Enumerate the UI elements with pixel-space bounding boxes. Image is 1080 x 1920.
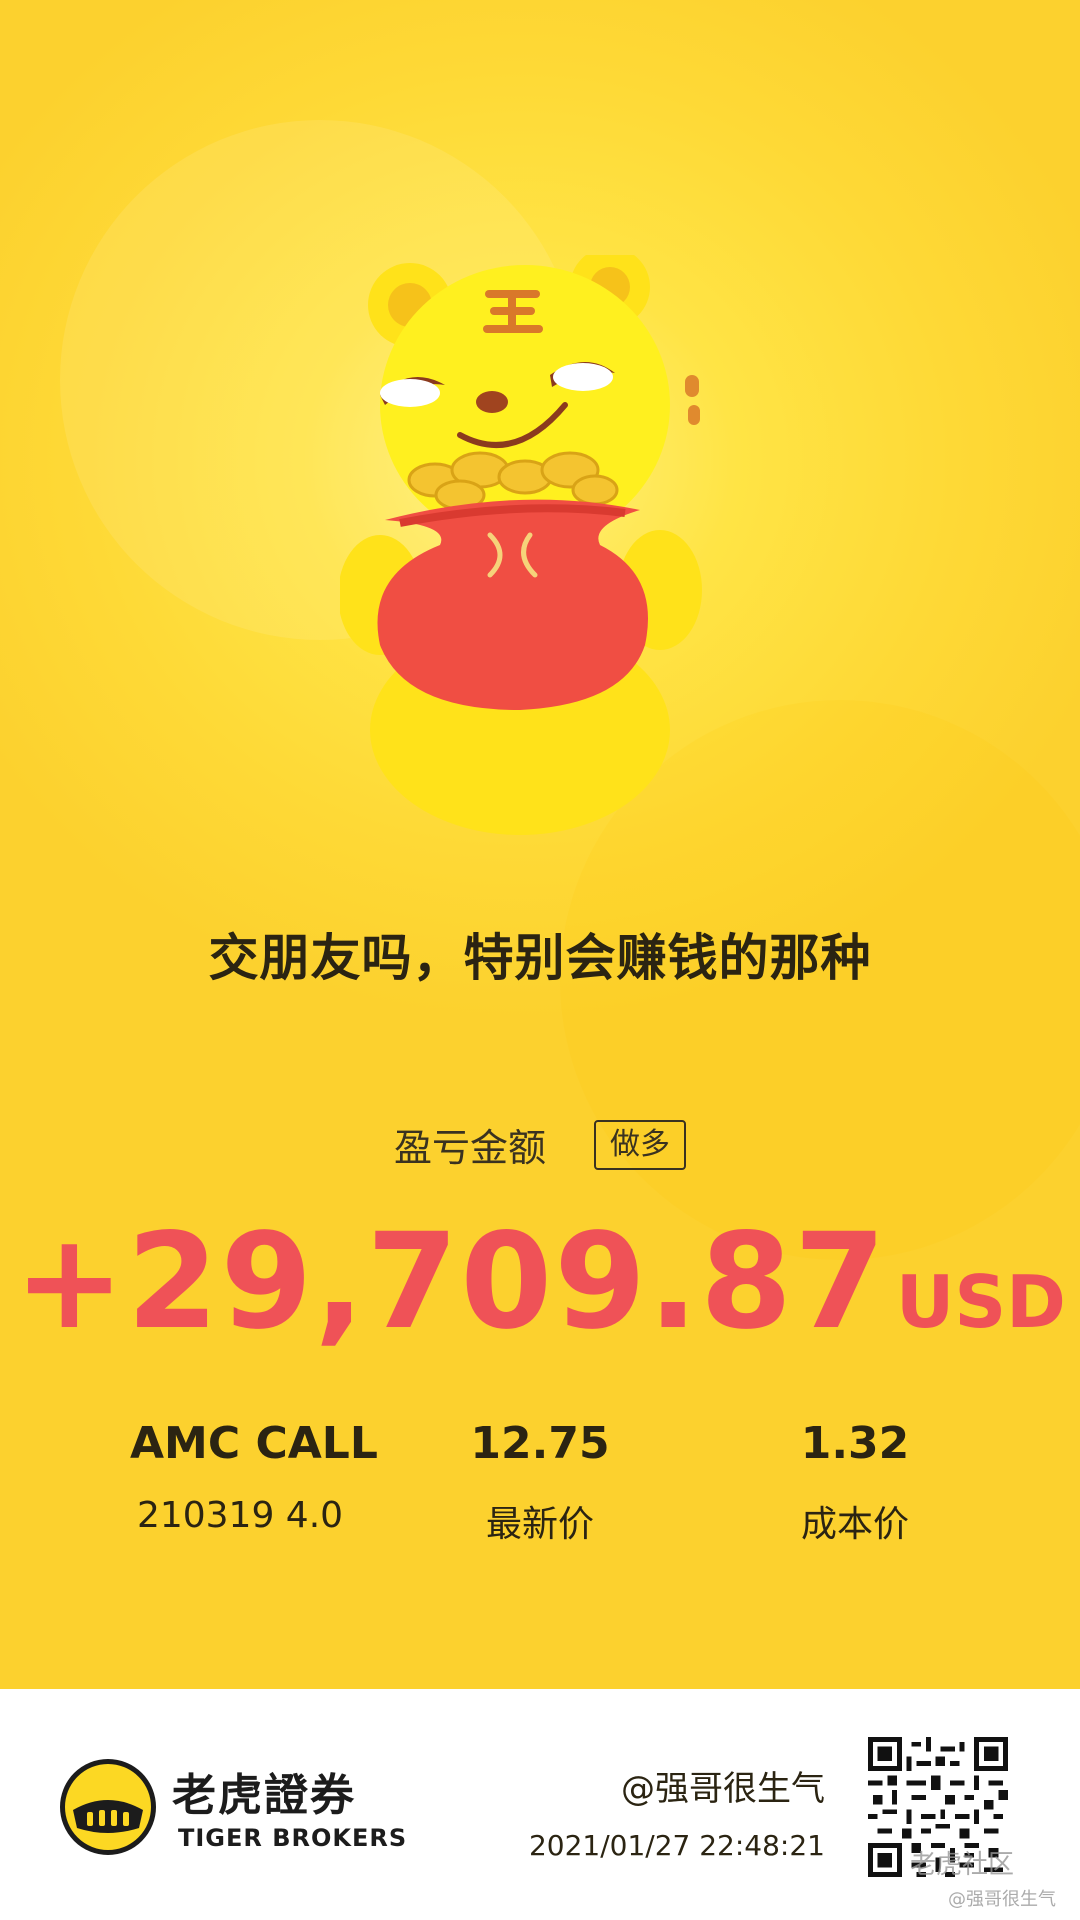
pnl-currency: USD: [895, 1260, 1066, 1344]
slogan: 交朋友吗，特别会赚钱的那种: [208, 929, 872, 987]
timestamp: 2021/01/27 22:48:21: [528, 1829, 825, 1862]
pnl-header: 盈亏金额 做多: [0, 1117, 1080, 1172]
stat-cost-price: 1.32 成本价: [755, 1418, 955, 1547]
brand-name-cn: 老虎證券: [172, 1770, 356, 1821]
tiger-brokers-logo-icon: [60, 1759, 156, 1855]
symbol: AMC CALL: [130, 1418, 378, 1469]
watermark-community: 老虎社区: [910, 1850, 1015, 1880]
cost-price-label: 成本价: [800, 1504, 909, 1545]
share-poster: 交朋友吗，特别会赚钱的那种 盈亏金额 做多 +29,709.87 USD AMC…: [0, 0, 1080, 1689]
cost-price-value: 1.32: [800, 1418, 910, 1469]
pnl-label: 盈亏金额: [393, 1126, 546, 1170]
watermark-handle: @强哥很生气: [948, 1889, 1056, 1910]
latest-price-value: 12.75: [470, 1418, 610, 1469]
direction-badge: 做多: [594, 1119, 686, 1170]
position-stats: AMC CALL 210319 4.0 12.75 最新价 1.32 成本价: [0, 1418, 1080, 1548]
brand-name-en: TIGER BROKERS: [178, 1824, 408, 1852]
pnl-amount: +29,709.87: [14, 1205, 888, 1359]
stat-symbol: AMC CALL 210319 4.0: [130, 1418, 378, 1536]
user-handle: @强哥很生气: [621, 1769, 825, 1809]
contract: 210319 4.0: [136, 1495, 344, 1536]
stat-latest-price: 12.75 最新价: [440, 1418, 640, 1547]
latest-price-label: 最新价: [485, 1504, 594, 1545]
tiger-mascot-icon: [340, 255, 702, 835]
footer: 老虎證券 TIGER BROKERS @强哥很生气 2021/01/27 22:…: [0, 1689, 1080, 1920]
pnl-amount-row: +29,709.87 USD: [0, 1205, 1080, 1359]
